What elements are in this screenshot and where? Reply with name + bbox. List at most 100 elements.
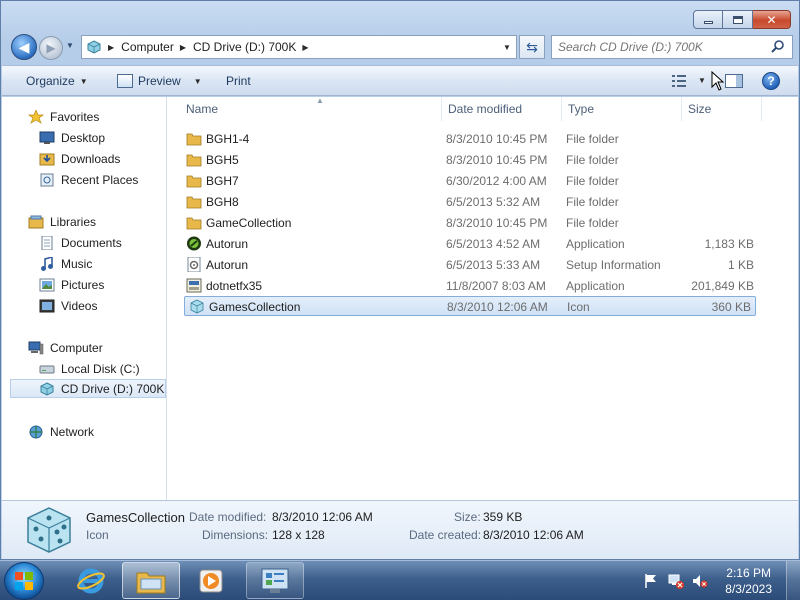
file-row[interactable]: BGH8 6/5/2013 5:32 AM File folder [182, 192, 758, 212]
address-dropdown-button[interactable]: ▼ [498, 36, 516, 58]
details-size: 359 KB [483, 510, 523, 524]
forward-arrow-icon: ▶ [46, 41, 56, 55]
taskbar-media-player[interactable] [182, 562, 240, 599]
file-type: File folder [566, 174, 619, 188]
file-row[interactable]: GameCollection 8/3/2010 10:45 PM File fo… [182, 213, 758, 233]
file-row[interactable]: Autorun 6/5/2013 4:52 AM Application 1,1… [182, 234, 758, 254]
details-date-modified-label: Date modified: [189, 510, 267, 524]
music-icon [41, 256, 53, 271]
file-row[interactable]: BGH5 8/3/2010 10:45 PM File folder [182, 150, 758, 170]
preview-label: Preview [138, 74, 181, 88]
control-panel-icon [261, 568, 289, 593]
libraries-icon [28, 215, 44, 228]
file-name: dotnetfx35 [206, 279, 263, 293]
details-file-type: Icon [86, 528, 109, 542]
column-header-type[interactable]: Type [562, 97, 682, 121]
column-header-label: Type [568, 102, 595, 116]
network-icon [29, 425, 43, 438]
file-row-selected[interactable]: GamesCollection 8/3/2010 12:06 AM Icon 3… [184, 296, 756, 316]
breadcrumb-separator[interactable]: ▶ [302, 43, 308, 52]
dice-icon [27, 507, 71, 553]
folder-icon [186, 175, 202, 188]
desktop-icon [39, 131, 55, 144]
forward-button[interactable]: ▶ [39, 36, 63, 60]
folder-icon [186, 133, 202, 146]
taskbar: 2:16 PM 8/3/2023 [0, 560, 800, 600]
nav-label: Videos [61, 298, 98, 313]
refresh-button[interactable]: ⇆ [519, 35, 545, 59]
nav-label: Desktop [61, 130, 106, 145]
file-date: 8/3/2010 10:45 PM [446, 132, 548, 146]
internet-explorer-icon [77, 568, 105, 593]
file-type: Application [566, 237, 625, 251]
column-header-date[interactable]: Date modified [442, 97, 562, 121]
chevron-down-icon: ▼ [79, 76, 88, 86]
file-name: Autorun [206, 237, 249, 251]
details-pane: GamesCollection Icon Date modified: 8/3/… [2, 500, 798, 559]
print-button[interactable]: Print [226, 74, 251, 88]
file-date: 6/5/2013 4:52 AM [446, 237, 541, 251]
search-box[interactable] [551, 35, 793, 59]
file-row[interactable]: BGH1-4 8/3/2010 10:45 PM File folder [182, 129, 758, 149]
cd-drive-icon [40, 381, 54, 396]
breadcrumb-separator[interactable]: ▶ [180, 43, 186, 52]
back-button[interactable]: ◀ [11, 34, 37, 60]
file-row[interactable]: BGH7 6/30/2012 4:00 AM File folder [182, 171, 758, 191]
maximize-icon [732, 15, 743, 24]
nav-label: CD Drive (D:) 700K [61, 381, 165, 396]
autorun-app-icon [187, 236, 201, 251]
navigation-row: ◀ ▶ ▼ ▶ Computer ▶ CD Drive (D:) 700K ▶ … [9, 34, 793, 60]
file-date: 8/3/2010 10:45 PM [446, 216, 548, 230]
print-label: Print [226, 74, 251, 88]
breadcrumb-separator[interactable]: ▶ [108, 43, 114, 52]
network-disconnected-icon[interactable] [668, 573, 684, 589]
taskbar-control-panel[interactable] [246, 562, 304, 599]
show-desktop-button[interactable] [786, 561, 800, 600]
file-size: 360 KB [711, 300, 751, 314]
start-button[interactable] [4, 562, 44, 600]
maximize-button[interactable] [723, 10, 753, 29]
organize-button[interactable]: Organize ▼ [26, 74, 88, 88]
hard-drive-icon [39, 365, 55, 373]
system-clock[interactable]: 2:16 PM 8/3/2023 [725, 565, 772, 597]
details-size-label: Size: [454, 510, 481, 524]
address-bar[interactable]: ▶ Computer ▶ CD Drive (D:) 700K ▶ ▼ [81, 35, 517, 59]
action-center-flag-icon[interactable] [643, 573, 659, 589]
file-row[interactable]: dotnetfx35 11/8/2007 8:03 AM Application… [182, 276, 758, 296]
details-dimensions: 128 x 128 [272, 528, 325, 542]
folder-icon [186, 154, 202, 167]
file-name: BGH8 [206, 195, 239, 209]
file-name: BGH5 [206, 153, 239, 167]
minimize-button[interactable] [693, 10, 723, 29]
setup-info-icon [187, 257, 201, 272]
file-row[interactable]: Autorun 6/5/2013 5:33 AM Setup Informati… [182, 255, 758, 275]
change-view-icon[interactable] [672, 75, 686, 87]
file-size: 1,183 KB [704, 237, 754, 251]
folder-icon [186, 217, 202, 230]
preview-pane-icon[interactable] [725, 74, 743, 88]
file-type: File folder [566, 132, 619, 146]
videos-icon [39, 299, 55, 312]
taskbar-internet-explorer[interactable] [62, 562, 120, 599]
chevron-down-icon: ▼ [193, 76, 202, 86]
file-date: 6/5/2013 5:32 AM [446, 195, 541, 209]
recent-pages-dropdown[interactable]: ▼ [66, 41, 74, 50]
preview-button[interactable]: Preview ▼ [117, 74, 202, 88]
taskbar-windows-explorer[interactable] [122, 562, 180, 599]
search-icon[interactable] [770, 39, 786, 55]
minimize-icon [703, 21, 713, 24]
close-button[interactable]: ✕ [753, 10, 791, 29]
breadcrumb-cd-drive[interactable]: CD Drive (D:) 700K [193, 40, 296, 54]
volume-muted-icon[interactable] [692, 573, 708, 589]
details-date-created-label: Date created: [409, 528, 482, 542]
column-header-size[interactable]: Size [682, 97, 762, 121]
nav-cd-drive[interactable]: CD Drive (D:) 700K [10, 379, 166, 398]
views-dropdown-button[interactable]: ▼ [698, 76, 706, 85]
file-size: 201,849 KB [691, 279, 754, 293]
nav-label: Favorites [50, 109, 100, 124]
column-header-name[interactable]: Name ▲ [180, 96, 442, 121]
help-icon[interactable]: ? [762, 72, 780, 90]
nav-label: Documents [61, 235, 122, 250]
search-input[interactable] [558, 40, 758, 54]
breadcrumb-computer[interactable]: Computer [121, 40, 174, 54]
